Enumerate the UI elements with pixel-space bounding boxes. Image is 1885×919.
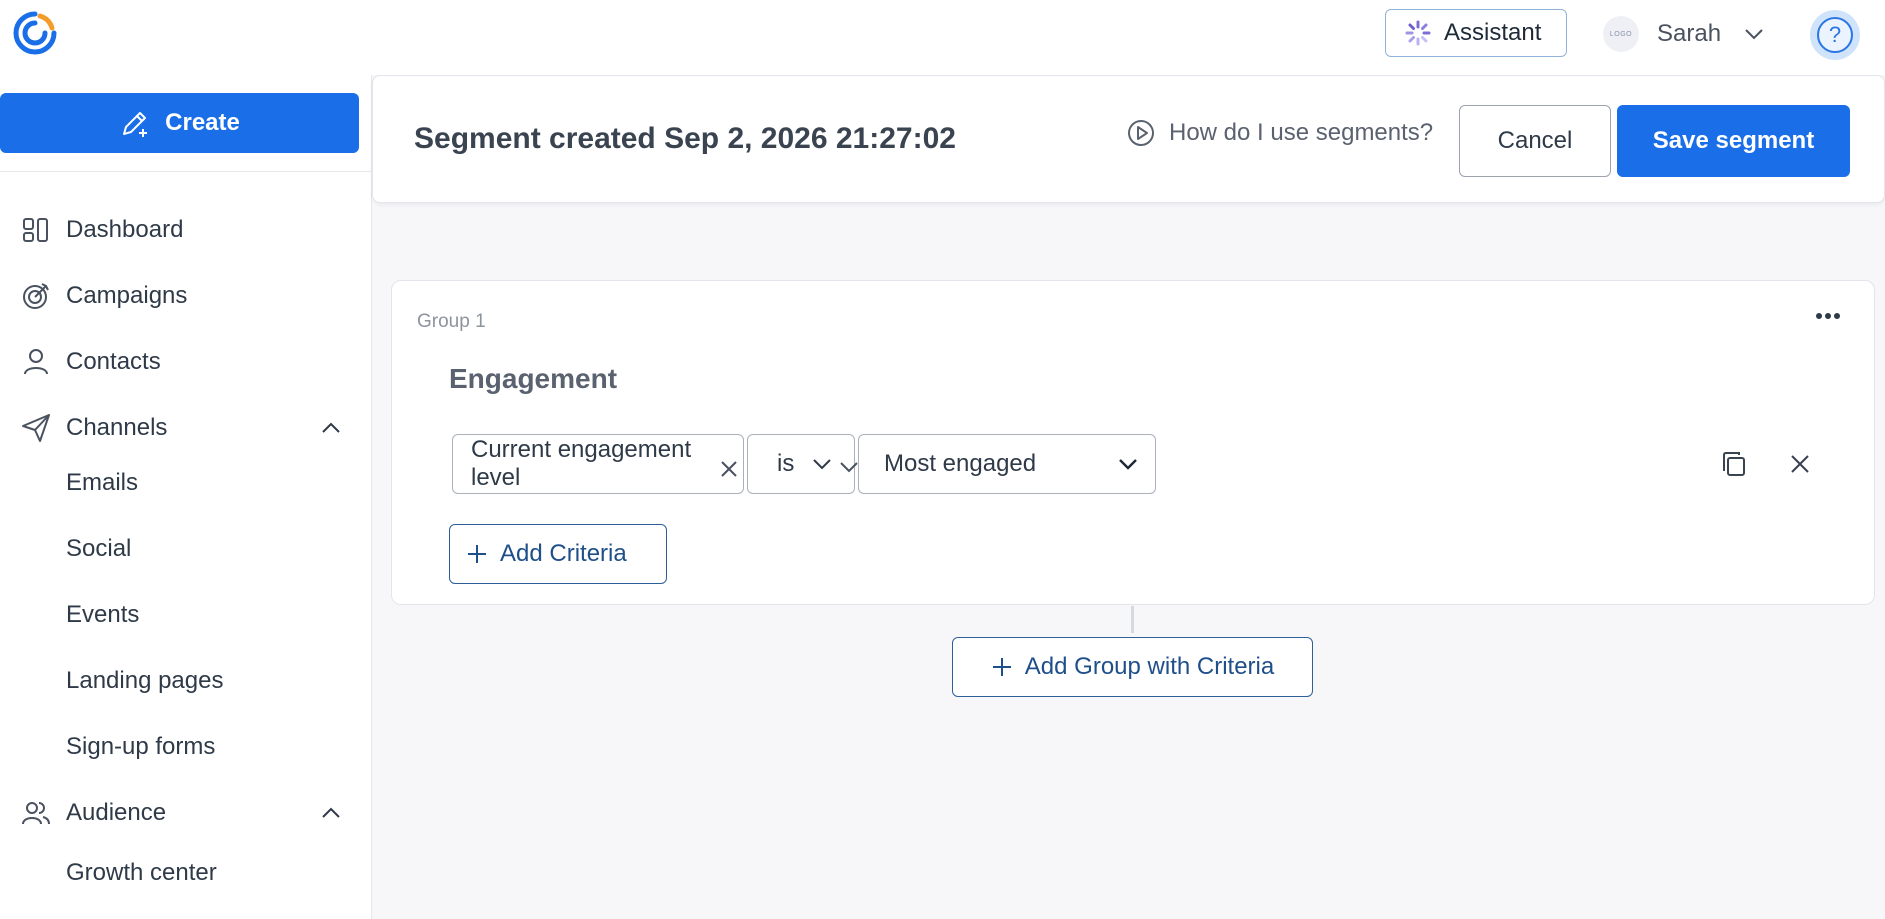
sidebar-item-label: Dashboard — [66, 216, 184, 243]
help-button[interactable]: ? — [1810, 10, 1860, 60]
clear-icon[interactable] — [718, 458, 740, 480]
more-horizontal-icon — [1816, 313, 1840, 319]
sidebar-item-social[interactable]: Social — [0, 526, 372, 572]
add-group-label: Add Group with Criteria — [1024, 653, 1275, 680]
group-label: Group 1 — [417, 311, 486, 332]
sidebar-item-campaigns[interactable]: Campaigns — [0, 271, 372, 321]
assistant-spark-icon — [1405, 20, 1431, 46]
sidebar-item-events[interactable]: Events — [0, 592, 372, 638]
chevron-up-icon[interactable] — [320, 417, 342, 439]
assistant-button[interactable]: Assistant — [1385, 9, 1567, 57]
contacts-icon — [24, 349, 48, 375]
pencil-plus-icon — [123, 112, 148, 137]
sidebar-item-label: Contacts — [66, 348, 161, 375]
sidebar-item-channels[interactable]: Channels — [0, 403, 372, 453]
page-title: Segment created Sep 2, 2026 21:27:02 — [414, 122, 956, 155]
user-name: Sarah — [1657, 20, 1722, 47]
main-content: Segment created Sep 2, 2026 21:27:02 How… — [372, 75, 1885, 919]
campaigns-icon — [23, 283, 49, 309]
plus-icon — [992, 658, 1011, 676]
sidebar-item-sign-up-forms[interactable]: Sign-up forms — [0, 724, 372, 770]
audience-icon — [22, 802, 50, 825]
chevron-down-icon — [1119, 459, 1137, 470]
app-logo-icon[interactable] — [10, 8, 60, 58]
create-label: Create — [165, 109, 240, 136]
sidebar-item-label: Campaigns — [66, 282, 188, 309]
dashboard-icon — [23, 218, 48, 242]
more-options-button[interactable] — [1810, 301, 1846, 331]
sidebar-item-dashboard[interactable]: Dashboard — [0, 205, 372, 255]
cancel-button[interactable]: Cancel — [1459, 105, 1611, 177]
sidebar-item-label: Emails — [66, 469, 139, 496]
close-icon[interactable] — [1787, 451, 1813, 477]
sidebar-item-growth-center[interactable]: Growth center — [0, 850, 372, 896]
sidebar-item-label: Social — [66, 535, 132, 562]
how-to-use-segments-label: How do I use segments? — [1169, 119, 1434, 146]
sidebar-item-label: Audience — [66, 799, 167, 826]
save-segment-button[interactable]: Save segment — [1617, 105, 1850, 177]
add-criteria-label: Add Criteria — [500, 540, 627, 567]
criteria-field-value: Current engagement level — [471, 436, 692, 491]
chevron-down-icon — [1745, 29, 1763, 40]
sidebar: Create Dashboard Campaigns Contacts Chan… — [0, 75, 372, 919]
segment-header: Segment created Sep 2, 2026 21:27:02 How… — [372, 75, 1885, 203]
sidebar-divider — [0, 171, 372, 172]
criteria-field-select[interactable]: Current engagement level — [452, 434, 744, 494]
how-to-use-segments-link[interactable]: How do I use segments? — [1127, 119, 1433, 147]
chevron-down-icon — [813, 459, 831, 470]
create-button[interactable]: Create — [0, 93, 359, 153]
user-menu[interactable]: LOGO Sarah — [1603, 14, 1765, 54]
play-circle-icon — [1128, 120, 1154, 146]
sidebar-item-audience[interactable]: Audience — [0, 788, 372, 838]
add-group-button[interactable]: Add Group with Criteria — [952, 637, 1313, 697]
chevron-up-icon[interactable] — [320, 802, 342, 824]
criteria-operator-value: is — [777, 450, 795, 477]
sidebar-item-label: Growth center — [66, 859, 217, 886]
avatar: LOGO — [1603, 16, 1639, 52]
sidebar-item-label: Sign-up forms — [66, 733, 216, 760]
criteria-value: Most engaged — [884, 450, 1037, 477]
sidebar-item-emails[interactable]: Emails — [0, 460, 372, 506]
sidebar-item-landing-pages[interactable]: Landing pages — [0, 658, 372, 704]
group-category-title: Engagement — [449, 363, 618, 394]
top-bar: Assistant LOGO Sarah ? — [0, 0, 1885, 75]
channels-icon — [22, 414, 50, 442]
sidebar-item-contacts[interactable]: Contacts — [0, 337, 372, 387]
chevron-down-icon — [840, 462, 858, 473]
plus-icon — [468, 545, 486, 563]
sidebar-item-label: Channels — [66, 414, 168, 441]
criteria-value-select[interactable]: Most engaged — [858, 434, 1156, 494]
criteria-group: Group 1 Engagement Current engagement le… — [391, 280, 1875, 605]
sidebar-item-label: Events — [66, 601, 140, 628]
group-connector — [1131, 606, 1134, 633]
copy-icon[interactable] — [1719, 449, 1749, 479]
sidebar-item-label: Landing pages — [66, 667, 224, 694]
question-mark-icon: ? — [1817, 17, 1853, 53]
add-criteria-button[interactable]: Add Criteria — [449, 524, 667, 584]
assistant-label: Assistant — [1444, 19, 1542, 46]
